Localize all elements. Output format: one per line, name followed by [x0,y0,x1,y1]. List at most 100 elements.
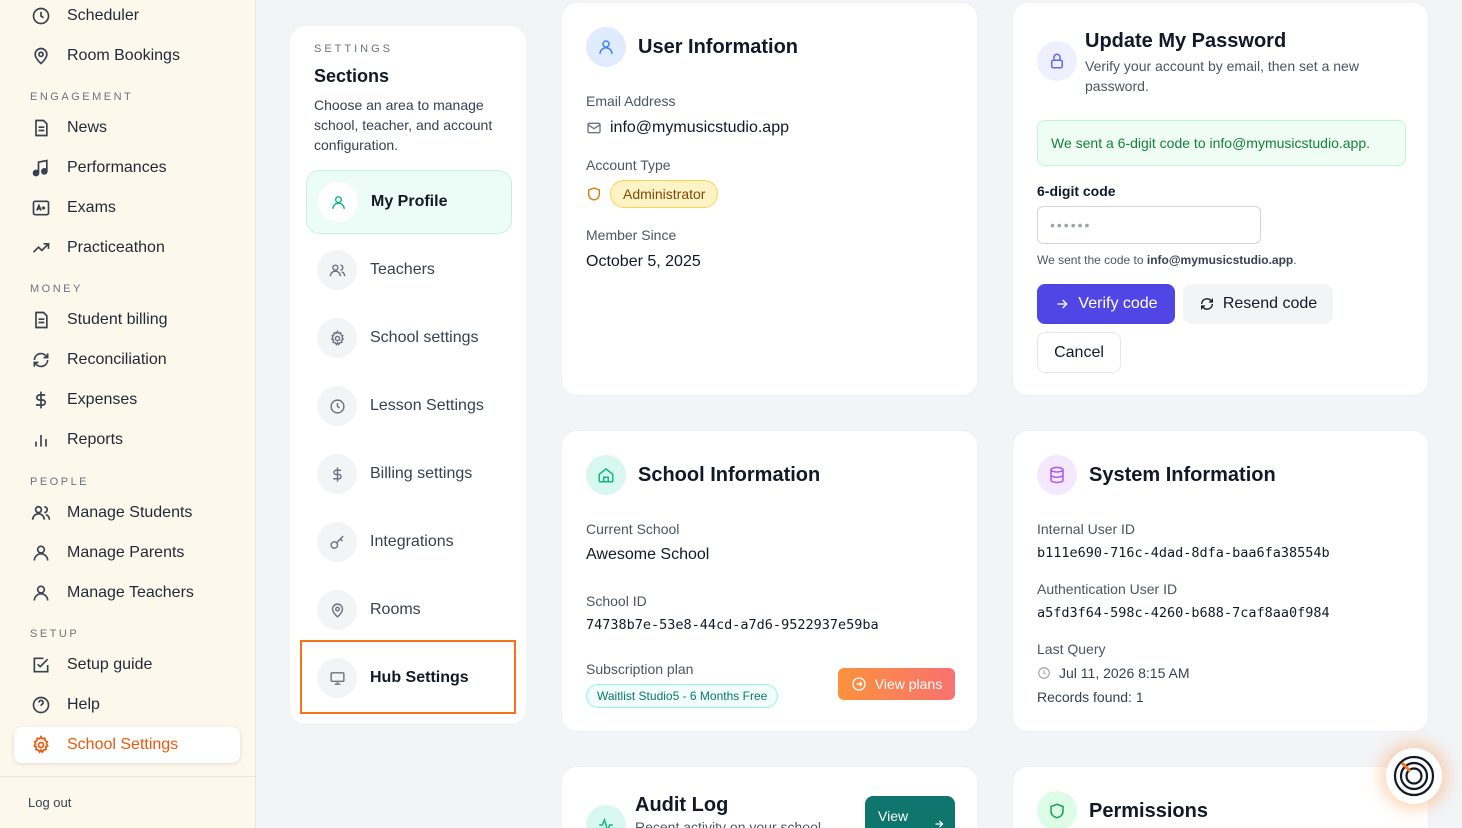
gear-icon [30,734,52,756]
view-audit-log-button[interactable]: View [865,796,955,828]
section-item-teachers[interactable]: Teachers [306,238,512,302]
sections-description: Choose an area to manage school, teacher… [314,97,493,153]
gear-icon [317,318,357,358]
hint-suffix: . [1293,253,1297,267]
account-type-label: Account Type [586,157,671,173]
arrow-right-icon [1057,299,1069,309]
assistant-launcher-button[interactable] [1386,748,1442,804]
current-school-label: Current School [586,521,680,537]
user-icon [30,582,52,604]
audit-log-card: Audit Log Recent activity on your school… [561,766,978,828]
section-item-school-settings[interactable]: School settings [306,306,512,370]
sidebar-item-label: Practiceathon [67,239,165,256]
sidebar-item-school-settings[interactable]: School Settings [14,727,240,763]
code-label: 6-digit code [1037,183,1116,199]
user-icon [30,542,52,564]
school-information-card: School Information Current School Awesom… [561,430,978,732]
verify-code-button[interactable]: Verify code [1037,284,1175,324]
shield-icon [1037,791,1077,828]
clock-icon [317,386,357,426]
logout-link[interactable]: Log out [28,795,71,810]
database-icon [1037,455,1077,495]
sidebar-item-practiceathon[interactable]: Practiceathon [14,230,240,266]
arrow-right-icon [935,820,944,828]
section-item-rooms[interactable]: Rooms [306,578,512,642]
section-item-label: Integrations [370,533,454,550]
sections-eyebrow: SETTINGS [314,43,394,55]
section-item-billing-settings[interactable]: Billing settings [306,442,512,506]
section-item-label: Billing settings [370,465,473,482]
records-found: Records found: 1 [1037,689,1144,705]
sidebar-item-label: Reports [67,431,124,448]
resend-code-button[interactable]: Resend code [1183,284,1333,324]
document-icon [30,309,52,331]
grade-icon [30,197,52,219]
code-input[interactable] [1037,206,1261,244]
card-title: System Information [1089,464,1276,486]
sidebar-item-performances[interactable]: Performances [14,150,240,186]
internal-user-id-value: b111e690-716c-4dad-8dfa-baa6fa38554b [1037,545,1330,561]
email-value: info@mymusicstudio.app [610,119,789,136]
sidebar-item-manage-teachers[interactable]: Manage Teachers [14,575,240,611]
sidebar-heading-setup: SETUP [30,628,80,640]
section-item-lesson-settings[interactable]: Lesson Settings [306,374,512,438]
card-subtitle: Recent activity on your school [635,819,821,828]
sidebar-item-manage-parents[interactable]: Manage Parents [14,535,240,571]
account-type-badge: Administrator [610,180,719,208]
section-item-label: Lesson Settings [370,397,484,414]
sidebar-item-scheduler[interactable]: Scheduler [14,0,240,34]
sidebar-item-news[interactable]: News [14,110,240,146]
clock-icon [1037,666,1051,685]
user-icon [318,182,358,222]
sidebar-item-expenses[interactable]: Expenses [14,382,240,418]
user-icon [586,27,626,67]
last-query-label: Last Query [1037,641,1106,657]
card-title: Update My Password [1085,30,1287,52]
refresh-icon [30,349,52,371]
sidebar-item-manage-students[interactable]: Manage Students [14,495,240,531]
activity-icon [586,805,626,828]
view-plans-button[interactable]: View plans [838,668,955,700]
sidebar-item-label: Manage Parents [67,544,185,561]
view-label: View [878,808,909,824]
card-subtitle: Verify your account by email, then set a… [1085,58,1359,94]
sidebar-item-label: Setup guide [67,656,153,673]
help-circle-icon [30,694,52,716]
sidebar-item-reconciliation[interactable]: Reconciliation [14,342,240,378]
update-password-card: Update My Password Verify your account b… [1012,2,1429,396]
code-hint: We sent the code to info@mymusicstudio.a… [1037,253,1297,267]
member-since-value: October 5, 2025 [586,253,701,270]
sidebar-item-help[interactable]: Help [14,687,240,723]
bar-chart-icon [30,429,52,451]
sidebar-item-reports[interactable]: Reports [14,422,240,458]
sidebar-item-room-bookings[interactable]: Room Bookings [14,38,240,74]
map-pin-icon [30,45,52,67]
card-title: User Information [638,36,799,58]
sidebar-item-label: Student billing [67,311,168,328]
sidebar-item-label: Manage Students [67,504,193,521]
section-item-integrations[interactable]: Integrations [306,510,512,574]
cancel-button[interactable]: Cancel [1037,332,1121,373]
spiral-logo-icon [1393,755,1435,797]
checkbox-icon [30,654,52,676]
key-icon [317,522,357,562]
sidebar-item-setup-guide[interactable]: Setup guide [14,647,240,683]
section-item-label: My Profile [371,193,448,210]
section-item-my-profile[interactable]: My Profile [306,170,512,234]
user-information-card: User Information Email Address info@mymu… [561,2,978,396]
email-label: Email Address [586,93,676,109]
section-item-label: Teachers [370,261,435,278]
trending-up-icon [30,237,52,259]
clock-icon [30,5,52,27]
users-icon [317,250,357,290]
sidebar-item-exams[interactable]: Exams [14,190,240,226]
system-information-card: System Information Internal User ID b111… [1012,430,1429,732]
sidebar-item-label: Reconciliation [67,351,167,368]
sidebar-heading-money: MONEY [30,283,83,295]
sidebar-item-student-billing[interactable]: Student billing [14,302,240,338]
dollar-icon [317,454,357,494]
current-school-value: Awesome School [586,546,710,563]
refresh-icon [1200,298,1213,310]
sidebar-item-label: Manage Teachers [67,584,194,601]
sidebar-item-label: Exams [67,199,116,216]
